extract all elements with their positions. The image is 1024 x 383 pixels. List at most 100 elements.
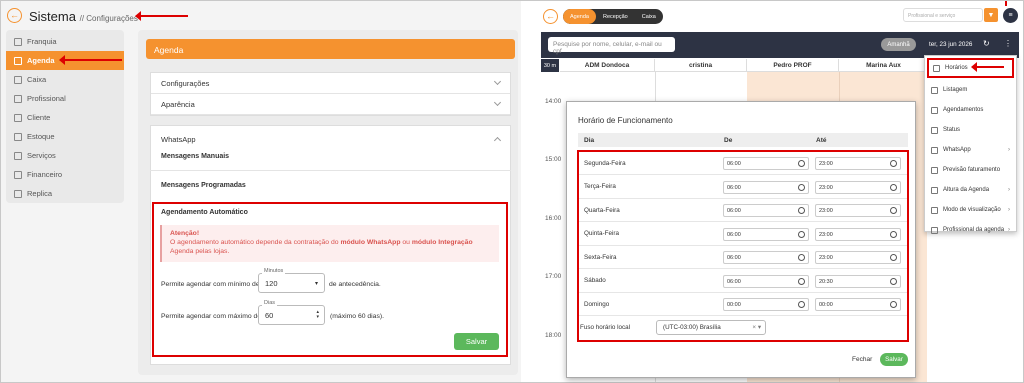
menu-item-modo-de-visualização[interactable]: Modo de visualização › xyxy=(925,200,1016,220)
dropdown-icon: ▾ xyxy=(314,280,318,287)
save-button[interactable]: Salvar xyxy=(454,333,499,350)
chevron-down-icon xyxy=(493,77,502,86)
accordion-label: Configurações xyxy=(161,78,210,88)
menu-item-icon xyxy=(931,106,938,114)
sidebar-item-icon xyxy=(14,75,22,84)
sidebar-item-label: Profissional xyxy=(27,94,66,103)
col-from: De xyxy=(724,136,733,144)
sidebar-item-icon xyxy=(14,132,22,141)
sidebar-item-icon xyxy=(14,113,22,122)
accordion-configuracoes[interactable]: Configurações xyxy=(151,73,510,94)
menu-item-altura-da-agenda[interactable]: Altura da Agenda › xyxy=(925,180,1016,200)
sidebar-item-label: Agenda xyxy=(27,56,55,65)
clear-and-dropdown-icon[interactable]: × ▾ xyxy=(752,324,761,331)
sidebar-item-cliente[interactable]: Cliente xyxy=(6,108,124,127)
sidebar-item-serviços[interactable]: Serviços xyxy=(6,146,124,165)
sidebar-item-label: Replica xyxy=(27,189,53,198)
sidebar-item-icon xyxy=(14,94,22,103)
settings-sliders-icon[interactable]: ≡ xyxy=(1003,8,1018,23)
sidebar-item-replica[interactable]: Replica xyxy=(6,184,124,203)
time-label: 16:00 xyxy=(545,215,562,222)
professional-search[interactable]: Profissional e serviço xyxy=(903,8,983,22)
menu-item-label: Modo de visualização xyxy=(943,207,1001,213)
max-days-stepper[interactable]: 60 ▴ ▾ xyxy=(258,305,325,325)
sidebar-item-icon xyxy=(14,37,22,46)
alert-bold: módulo Integração xyxy=(411,239,473,246)
more-vertical-icon[interactable]: ⋮ xyxy=(1004,39,1012,48)
top-tabs: Agenda Recepção Caixa xyxy=(563,9,663,24)
col-day: Dia xyxy=(584,136,595,144)
highlight-box xyxy=(577,150,909,342)
tab-recepcao[interactable]: Recepção xyxy=(596,9,635,24)
search-input[interactable]: Pesquise por nome, celular, e-mail ou cp… xyxy=(548,37,675,55)
menu-item-icon xyxy=(931,186,938,194)
back-icon[interactable]: ← xyxy=(7,8,22,23)
modal-title: Horário de Funcionamento xyxy=(578,116,673,125)
sidebar-item-estoque[interactable]: Estoque xyxy=(6,127,124,146)
menu-item-icon xyxy=(931,166,938,174)
hours-table-header: Dia De Até xyxy=(578,133,908,147)
chevron-right-icon: › xyxy=(1008,147,1010,153)
filter-icon[interactable]: ▼ xyxy=(984,8,998,22)
sidebar-item-profissional[interactable]: Profissional xyxy=(6,89,124,108)
annotation-arrow xyxy=(971,62,1004,72)
interval-selector[interactable]: 30 m xyxy=(541,59,559,72)
menu-item-previsão-faturamento[interactable]: Previsão faturamento xyxy=(925,160,1016,180)
min-float-label: Minutos xyxy=(262,268,286,274)
menu-item-listagem[interactable]: Listagem xyxy=(925,80,1016,100)
min-value: 120 xyxy=(265,278,278,288)
tab-agenda[interactable]: Agenda xyxy=(563,9,596,24)
back-icon[interactable]: ← xyxy=(543,9,558,24)
min-minutes-select[interactable]: 120 ▾ xyxy=(258,273,325,293)
col-to: Até xyxy=(816,136,827,144)
max-value: 60 xyxy=(265,310,274,320)
auto-scheduling-title: Agendamento Automático xyxy=(161,209,248,216)
annotation-arrow xyxy=(59,55,122,65)
timezone-value: (UTC-03:00) Brasília xyxy=(663,324,721,331)
menu-item-agendamentos[interactable]: Agendamentos xyxy=(925,100,1016,120)
highlight xyxy=(927,57,971,76)
menu-item-icon xyxy=(931,86,938,94)
column-header: Pedro PROF xyxy=(747,59,839,72)
sidebar-item-label: Financeiro xyxy=(27,170,63,179)
tab-caixa[interactable]: Caixa xyxy=(635,9,663,24)
breadcrumb: // Configurações xyxy=(79,14,138,23)
sidebar-item-icon xyxy=(14,151,22,160)
alert-bold: módulo WhatsApp xyxy=(340,239,401,246)
sidebar-item-label: Caixa xyxy=(27,75,47,84)
accordion-label: WhatsApp xyxy=(161,134,196,144)
menu-item-label: WhatsApp xyxy=(943,147,971,153)
menu-item-status[interactable]: Status xyxy=(925,120,1016,140)
annotation-arrow xyxy=(135,11,188,21)
menu-item-label: Status xyxy=(943,127,961,133)
menu-item-label: Profissional da agenda xyxy=(943,227,1005,233)
menu-item-whatsapp[interactable]: WhatsApp › xyxy=(925,140,1016,160)
alert-text: ou xyxy=(400,239,412,246)
menu-item-icon xyxy=(931,206,938,214)
accordion-aparencia[interactable]: Aparência xyxy=(151,94,510,115)
manual-messages-label[interactable]: Mensagens Manuais xyxy=(161,153,229,160)
menu-item-label: Listagem xyxy=(943,87,968,93)
accordion-whatsapp[interactable]: WhatsApp xyxy=(151,126,510,152)
chevron-down-icon xyxy=(493,98,502,107)
close-button[interactable]: Fechar xyxy=(852,356,872,363)
time-label: 17:00 xyxy=(545,273,562,280)
sidebar-item-franquia[interactable]: Franquia xyxy=(6,32,124,51)
tomorrow-button[interactable]: Amanhã xyxy=(881,38,916,51)
sidebar: Franquia Agenda Caixa Profissional Cliente Es… xyxy=(6,30,124,203)
scheduled-messages-label[interactable]: Mensagens Programadas xyxy=(161,182,246,189)
sidebar-item-financeiro[interactable]: Financeiro xyxy=(6,165,124,184)
menu-item-profissional-da-agenda[interactable]: Profissional da agenda › xyxy=(925,220,1016,240)
timezone-select[interactable]: (UTC-03:00) Brasília × ▾ xyxy=(656,320,766,335)
max-float-label: Dias xyxy=(262,300,278,306)
sidebar-item-label: Franquia xyxy=(27,37,57,46)
min-suffix: de antecedência. xyxy=(329,281,381,288)
menu-item-label: Altura da Agenda xyxy=(943,187,990,193)
chevron-right-icon: › xyxy=(1008,207,1010,213)
stepper-icon[interactable]: ▴ ▾ xyxy=(316,310,319,320)
refresh-icon[interactable]: ↻ xyxy=(983,39,990,48)
column-header: Marina Aux xyxy=(839,59,929,72)
sidebar-item-caixa[interactable]: Caixa xyxy=(6,70,124,89)
current-date[interactable]: ter, 23 jun 2026 xyxy=(929,41,972,48)
modal-save-button[interactable]: Salvar xyxy=(880,353,908,366)
